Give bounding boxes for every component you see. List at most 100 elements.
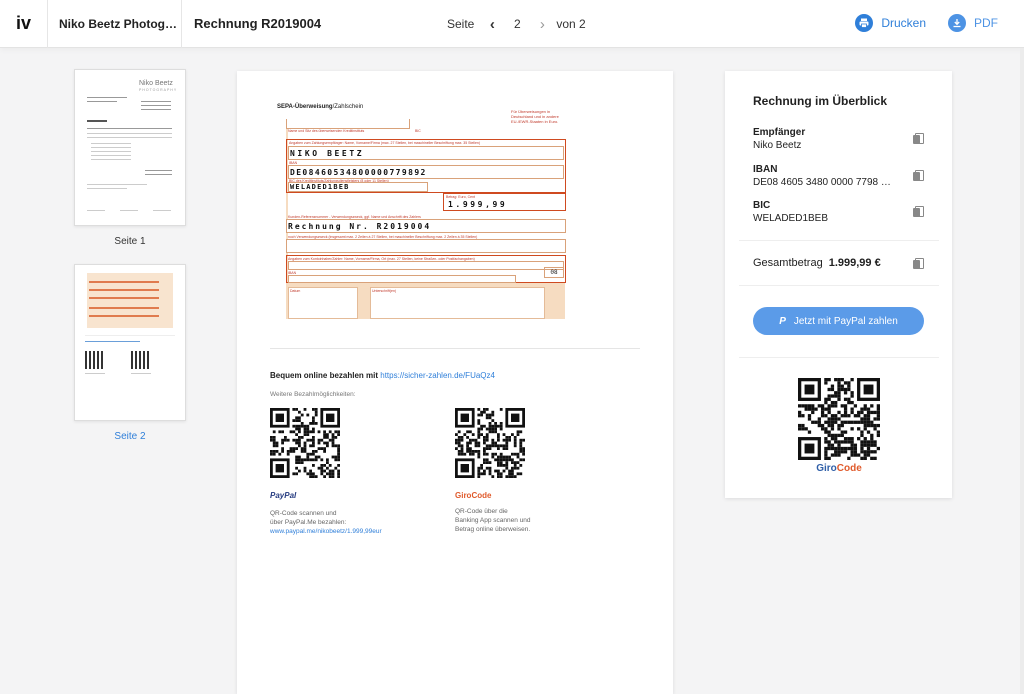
paypal-pay-button[interactable]: P Jetzt mit PayPal zahlen: [753, 307, 924, 335]
sepa-payer-field: [288, 261, 564, 270]
thumb-line: [89, 315, 159, 317]
copy-bic-icon[interactable]: [913, 206, 924, 218]
thumb-line: [91, 155, 131, 156]
thumbnail-brand: Niko Beetz: [139, 80, 173, 87]
sepa-title: SEPA-Überweisung/Zahlschein: [277, 104, 364, 110]
sepa-date-label: Datum: [290, 289, 301, 293]
thumb-line: [91, 147, 131, 148]
thumb-qr: [131, 351, 149, 369]
print-button[interactable]: Drucken: [855, 14, 926, 32]
thumb-line: [153, 210, 171, 211]
total-row: Gesamtbetrag 1.999,99 €: [753, 257, 881, 269]
sepa-amount-label: Betrag: Euro, Cent: [446, 195, 475, 199]
sepa-bank-field: [286, 119, 410, 129]
page-thumbnail-1[interactable]: Niko Beetz PHOTOGRAPHY: [74, 69, 186, 226]
sepa-bank-label: Name und Sitz des überweisenden Kreditin…: [288, 129, 365, 133]
copy-iban-icon[interactable]: [913, 170, 924, 182]
page-divider: [270, 348, 640, 349]
page-thumbnail-2[interactable]: [74, 264, 186, 421]
thumbnail-1-label[interactable]: Seite 1: [74, 236, 186, 247]
document-title: Rechnung R2019004: [194, 16, 322, 31]
thumb-heading: [87, 120, 107, 122]
thumb-line: [87, 101, 117, 102]
pdf-label: PDF: [974, 16, 998, 30]
further-payment-label: Weitere Bezahlmöglichkeiten:: [270, 391, 356, 398]
sepa-bic-value: WELADED1BEB: [290, 183, 350, 191]
current-page-number[interactable]: 2: [502, 17, 532, 31]
printer-icon: [855, 14, 874, 32]
copy-recipient-icon[interactable]: [913, 133, 924, 145]
thumb-qr: [85, 351, 103, 369]
panel-girocode-label: GiroCode: [816, 463, 862, 474]
print-label: Drucken: [881, 16, 926, 30]
thumb-line: [89, 297, 159, 299]
document-page: SEPA-Überweisung/Zahlschein Für Überweis…: [237, 71, 673, 694]
thumb-line: [89, 307, 159, 309]
thumb-line: [85, 373, 105, 374]
sepa-reference-value: Rechnung Nr. R2019004: [288, 222, 432, 231]
invoice-overview-panel: Rechnung im Überblick Empfänger Niko Bee…: [725, 71, 952, 498]
paypal-button-label: Jetzt mit PayPal zahlen: [793, 315, 898, 327]
page-label: Seite: [447, 17, 475, 31]
sepa-signature-box: [370, 287, 545, 319]
sepa-amount-value: 1.999,99: [448, 200, 508, 209]
thumb-line: [145, 174, 172, 175]
app-logo[interactable]: iv: [0, 0, 48, 48]
total-label: Gesamtbetrag: [753, 257, 823, 269]
thumb-line: [87, 137, 172, 138]
panel-girocode-qr-code: [798, 378, 880, 460]
thumb-line: [91, 143, 131, 144]
pdf-download-button[interactable]: PDF: [948, 14, 998, 32]
sepa-recipient-value: NIKO BEETZ: [290, 149, 365, 158]
panel-divider: [739, 240, 939, 241]
girocode-description: QR-Code über die Banking App scannen und…: [455, 508, 531, 533]
sepa-recipient-label: Angaben zum Zahlungsempfänger: Name, Vor…: [289, 141, 481, 145]
previous-page-button[interactable]: ‹: [482, 14, 502, 34]
paypal-logo: PayPal: [270, 491, 297, 500]
sepa-transfer-form: SEPA-Überweisung/Zahlschein Für Überweis…: [270, 103, 567, 320]
sepa-code-box: 08: [544, 267, 564, 278]
sepa-iban2-field: [288, 275, 516, 283]
girocode-logo: GiroCode: [455, 491, 492, 500]
sepa-reference2-field: [286, 239, 566, 253]
paypal-qr-code: [270, 408, 340, 478]
thumb-line: [89, 281, 159, 283]
next-page-button[interactable]: ›: [532, 14, 552, 34]
sepa-bic-label: BIC: [415, 129, 421, 133]
thumb-line: [91, 151, 131, 152]
total-value: 1.999,99 €: [828, 257, 881, 269]
thumb-line: [85, 335, 175, 336]
thumb-line: [89, 289, 159, 291]
thumb-line: [87, 184, 147, 185]
thumb-line: [141, 105, 171, 106]
thumb-line: [120, 210, 138, 211]
page-total-label: von 2: [556, 17, 586, 31]
thumb-line: [131, 373, 151, 374]
thumb-line: [87, 97, 127, 98]
top-bar: iv Niko Beetz Photog… Rechnung R2019004 …: [0, 0, 1024, 48]
panel-divider: [739, 357, 939, 358]
sepa-iban-value: DE08460534800000779892: [290, 168, 427, 177]
thumb-line: [141, 109, 171, 110]
copy-total-icon[interactable]: [913, 258, 924, 270]
girocode-qr-code: [455, 408, 525, 478]
online-payment-link[interactable]: https://sicher-zahlen.de/FUaQz4: [380, 371, 495, 380]
panel-title: Rechnung im Überblick: [753, 94, 888, 108]
header-actions: Drucken PDF: [855, 14, 998, 32]
thumbnail-2-label[interactable]: Seite 2: [74, 431, 186, 442]
thumb-line: [141, 101, 171, 102]
thumbnail-brand-sub: PHOTOGRAPHY: [139, 88, 178, 92]
thumb-line: [87, 133, 172, 134]
panel-divider: [739, 285, 939, 286]
paypal-description: QR-Code scannen und über PayPal.Me bezah…: [270, 510, 382, 535]
online-payment-text: Bequem online bezahlen mit https://siche…: [270, 371, 495, 380]
thumb-line: [87, 128, 172, 129]
thumb-line: [145, 170, 172, 171]
right-scroll-shadow: [1020, 48, 1024, 694]
page-navigator: Seite ‹ 2 › von 2: [447, 14, 586, 34]
paypal-me-link[interactable]: www.paypal.me/nikobeetz/1.999,99eur: [270, 528, 382, 535]
paypal-icon: P: [779, 315, 786, 327]
thumb-line: [85, 341, 140, 342]
sepa-signature-label: Unterschrift(en): [372, 289, 397, 293]
thumb-line: [91, 159, 131, 160]
